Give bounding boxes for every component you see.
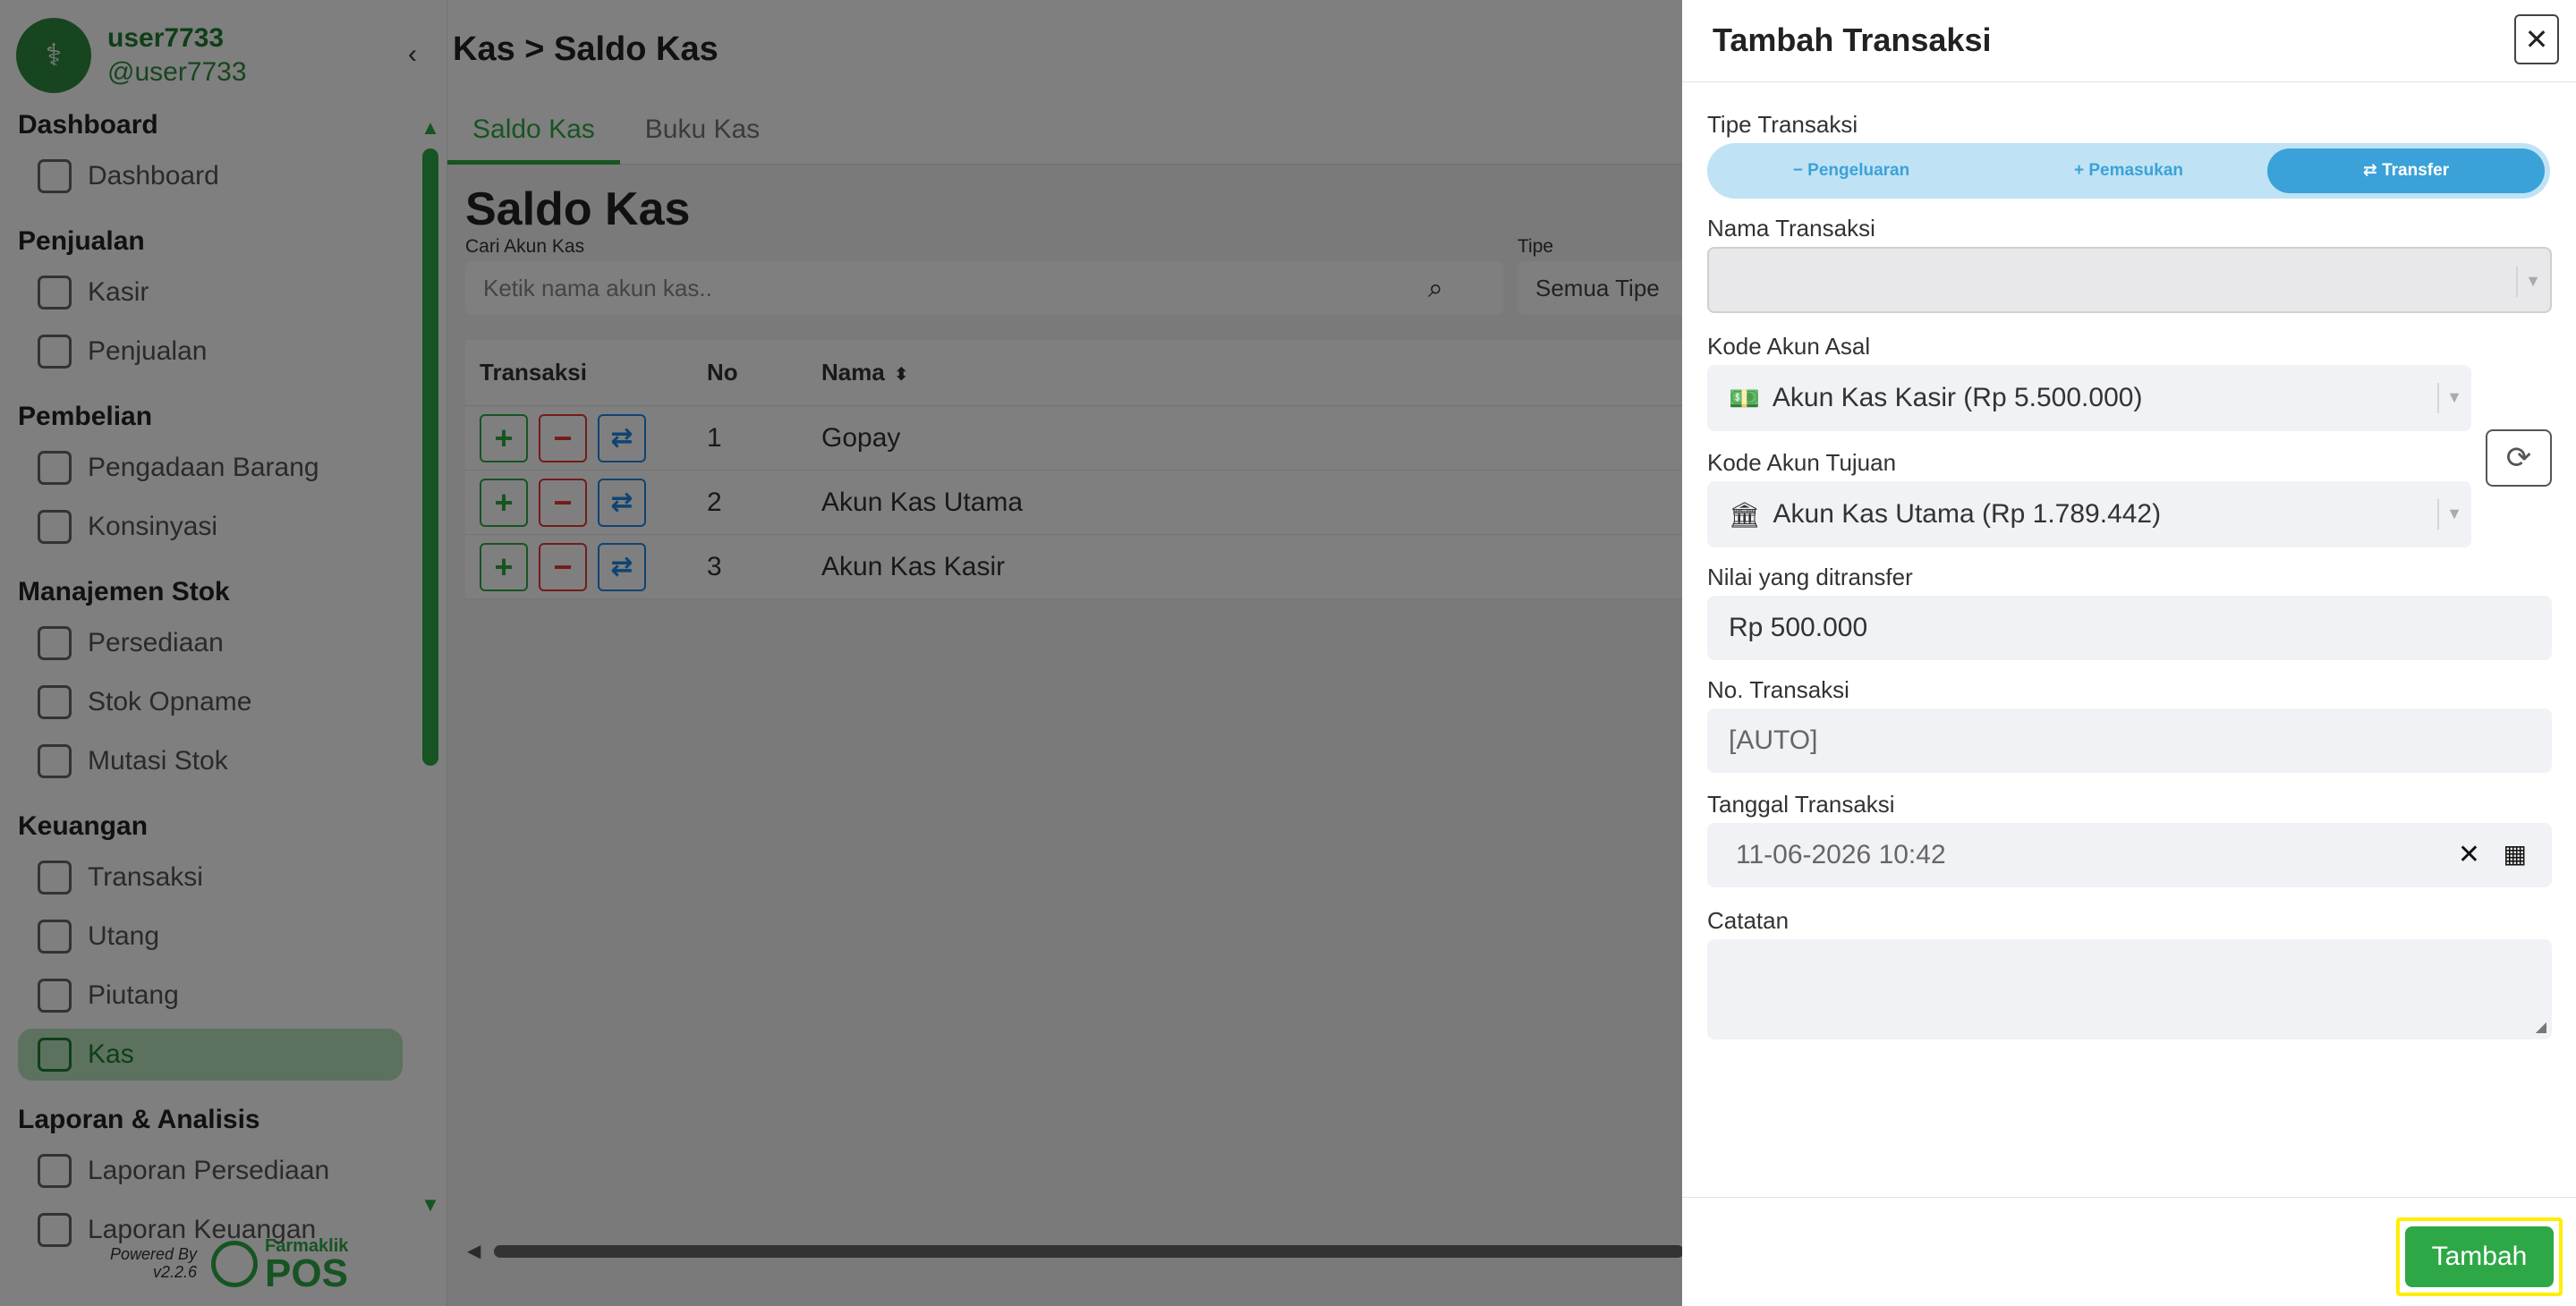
akun-tujuan-select[interactable]: 🏛 Akun Kas Utama (Rp 1.789.442) ▼: [1707, 481, 2471, 547]
type-option-pemasukan[interactable]: + Pemasukan: [1990, 148, 2267, 193]
panel-title: Tambah Transaksi: [1713, 21, 1992, 58]
nilai-label: Nilai yang ditransfer: [1707, 564, 1913, 590]
catatan-textarea[interactable]: ◢: [1707, 939, 2552, 1039]
no-transaksi-label: No. Transaksi: [1707, 676, 1849, 703]
type-option-transfer[interactable]: ⇄ Transfer: [2267, 148, 2545, 193]
refresh-icon: ⟳: [2505, 441, 2532, 475]
type-option-pengeluaran[interactable]: − Pengeluaran: [1713, 148, 1990, 193]
tambah-button[interactable]: Tambah: [2405, 1226, 2554, 1287]
cash-icon: 💵: [1729, 384, 1760, 412]
type-option-icon: ⇄: [2362, 161, 2377, 180]
type-option-icon: +: [2073, 161, 2085, 180]
chevron-down-icon[interactable]: ▼: [2446, 388, 2462, 407]
akun-asal-select[interactable]: 💵 Akun Kas Kasir (Rp 5.500.000) ▼: [1707, 365, 2471, 431]
submit-highlight: Tambah: [2396, 1217, 2563, 1296]
tujuan-label: Kode Akun Tujuan: [1707, 449, 1897, 476]
resize-grip-icon[interactable]: ◢: [2536, 1018, 2546, 1036]
asal-label: Kode Akun Asal: [1707, 333, 1871, 360]
panel-header: Tambah Transaksi ✕: [1682, 0, 2576, 82]
tipe-label: Tipe Transaksi: [1707, 111, 1858, 138]
dropdown-separator: [2437, 383, 2439, 413]
nilai-input[interactable]: Rp 500.000: [1707, 596, 2552, 660]
nama-transaksi-select[interactable]: ▼: [1707, 247, 2552, 313]
type-option-label: Pemasukan: [2088, 161, 2183, 180]
swap-accounts-button[interactable]: ⟳: [2486, 429, 2552, 487]
type-option-label: Transfer: [2382, 161, 2450, 180]
type-option-icon: −: [1792, 161, 1803, 180]
dropdown-separator: [2437, 499, 2439, 530]
chevron-down-icon[interactable]: ▼: [2525, 272, 2541, 291]
akun-tujuan-value: Akun Kas Utama (Rp 1.789.442): [1773, 499, 2162, 529]
tanggal-value: 11-06-2026 10:42: [1736, 840, 1946, 869]
clear-date-icon[interactable]: ✕: [2458, 839, 2480, 870]
akun-asal-value: Akun Kas Kasir (Rp 5.500.000): [1772, 383, 2143, 412]
transaction-type-toggle: − Pengeluaran + Pemasukan ⇄ Transfer: [1707, 143, 2550, 199]
tanggal-input[interactable]: 11-06-2026 10:42 ✕ ▦: [1707, 823, 2552, 887]
panel-footer: Tambah: [1682, 1197, 2576, 1306]
catatan-label: Catatan: [1707, 907, 1790, 934]
dropdown-separator: [2516, 267, 2518, 297]
modal-backdrop[interactable]: [0, 0, 1682, 1306]
no-transaksi-input[interactable]: [AUTO]: [1707, 708, 2552, 773]
add-transaction-panel: Tambah Transaksi ✕ Tipe Transaksi − Peng…: [1682, 0, 2576, 1306]
tanggal-label: Tanggal Transaksi: [1707, 791, 1895, 818]
nama-label: Nama Transaksi: [1707, 215, 1875, 242]
type-option-label: Pengeluaran: [1807, 161, 1910, 180]
calendar-icon[interactable]: ▦: [2504, 839, 2527, 869]
chevron-down-icon[interactable]: ▼: [2446, 505, 2462, 523]
close-button[interactable]: ✕: [2514, 14, 2559, 64]
bank-icon: 🏛: [1729, 500, 1761, 529]
